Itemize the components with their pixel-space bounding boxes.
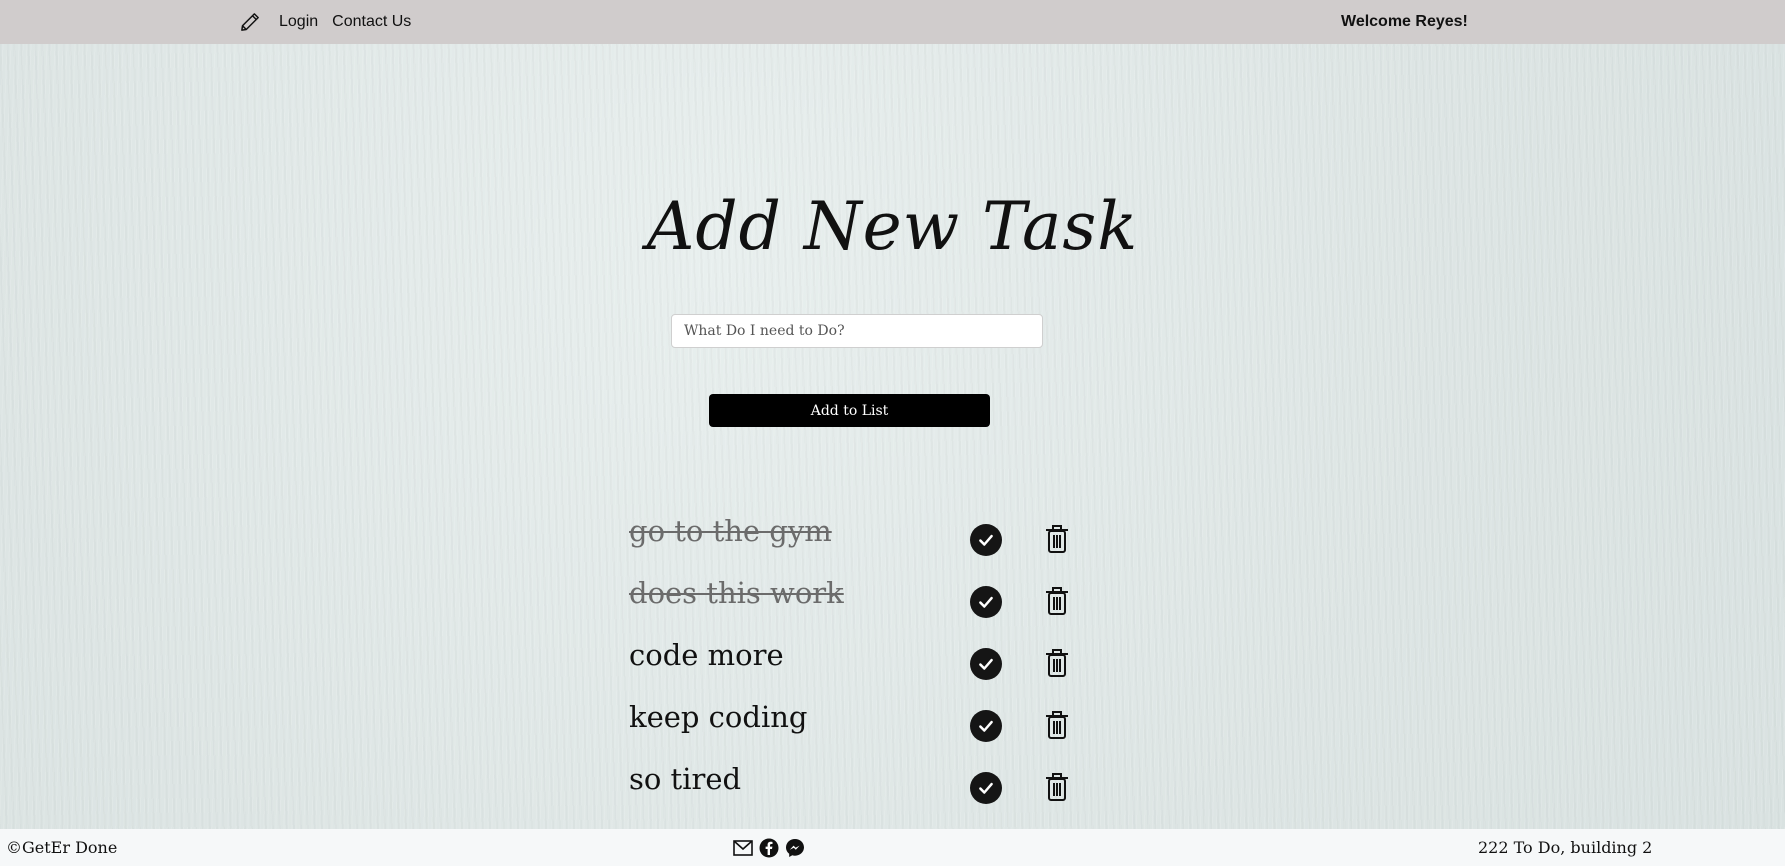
task-list: go to the gym does this work code more k… <box>629 510 1089 820</box>
task-input[interactable] <box>671 314 1043 348</box>
check-circle-icon[interactable] <box>970 772 1002 804</box>
task-text: code more <box>629 638 784 672</box>
footer-social-icons <box>733 829 805 866</box>
task-row: code more <box>629 634 1089 696</box>
nav-left: Login Contact Us <box>239 0 411 44</box>
page-title: Add New Task <box>646 188 1139 265</box>
task-row: go to the gym <box>629 510 1089 572</box>
footer: ©GetEr Done 222 To Do, building 2 <box>0 829 1785 866</box>
task-text: go to the gym <box>629 514 832 548</box>
nav-login-link[interactable]: Login <box>279 13 318 31</box>
task-row: does this work <box>629 572 1089 634</box>
task-text: so tired <box>629 762 742 796</box>
check-circle-icon[interactable] <box>970 648 1002 680</box>
messenger-icon[interactable] <box>785 838 805 858</box>
nav-contact-link[interactable]: Contact Us <box>332 13 411 31</box>
trash-icon[interactable] <box>1043 585 1071 617</box>
check-circle-icon[interactable] <box>970 710 1002 742</box>
task-row: keep coding <box>629 696 1089 758</box>
check-circle-icon[interactable] <box>970 524 1002 556</box>
welcome-message: Welcome Reyes! <box>1341 13 1468 30</box>
facebook-icon[interactable] <box>759 838 779 858</box>
trash-icon[interactable] <box>1043 647 1071 679</box>
trash-icon[interactable] <box>1043 709 1071 741</box>
envelope-icon[interactable] <box>733 838 753 858</box>
pencil-icon[interactable] <box>239 11 261 33</box>
footer-copyright: ©GetEr Done <box>6 838 118 857</box>
task-text: does this work <box>629 576 844 610</box>
navbar: Login Contact Us Welcome Reyes! <box>0 0 1785 44</box>
footer-address: 222 To Do, building 2 <box>1478 838 1653 857</box>
trash-icon[interactable] <box>1043 523 1071 555</box>
task-row: so tired <box>629 758 1089 820</box>
trash-icon[interactable] <box>1043 771 1071 803</box>
add-to-list-button[interactable]: Add to List <box>709 394 990 427</box>
check-circle-icon[interactable] <box>970 586 1002 618</box>
task-text: keep coding <box>629 700 808 734</box>
